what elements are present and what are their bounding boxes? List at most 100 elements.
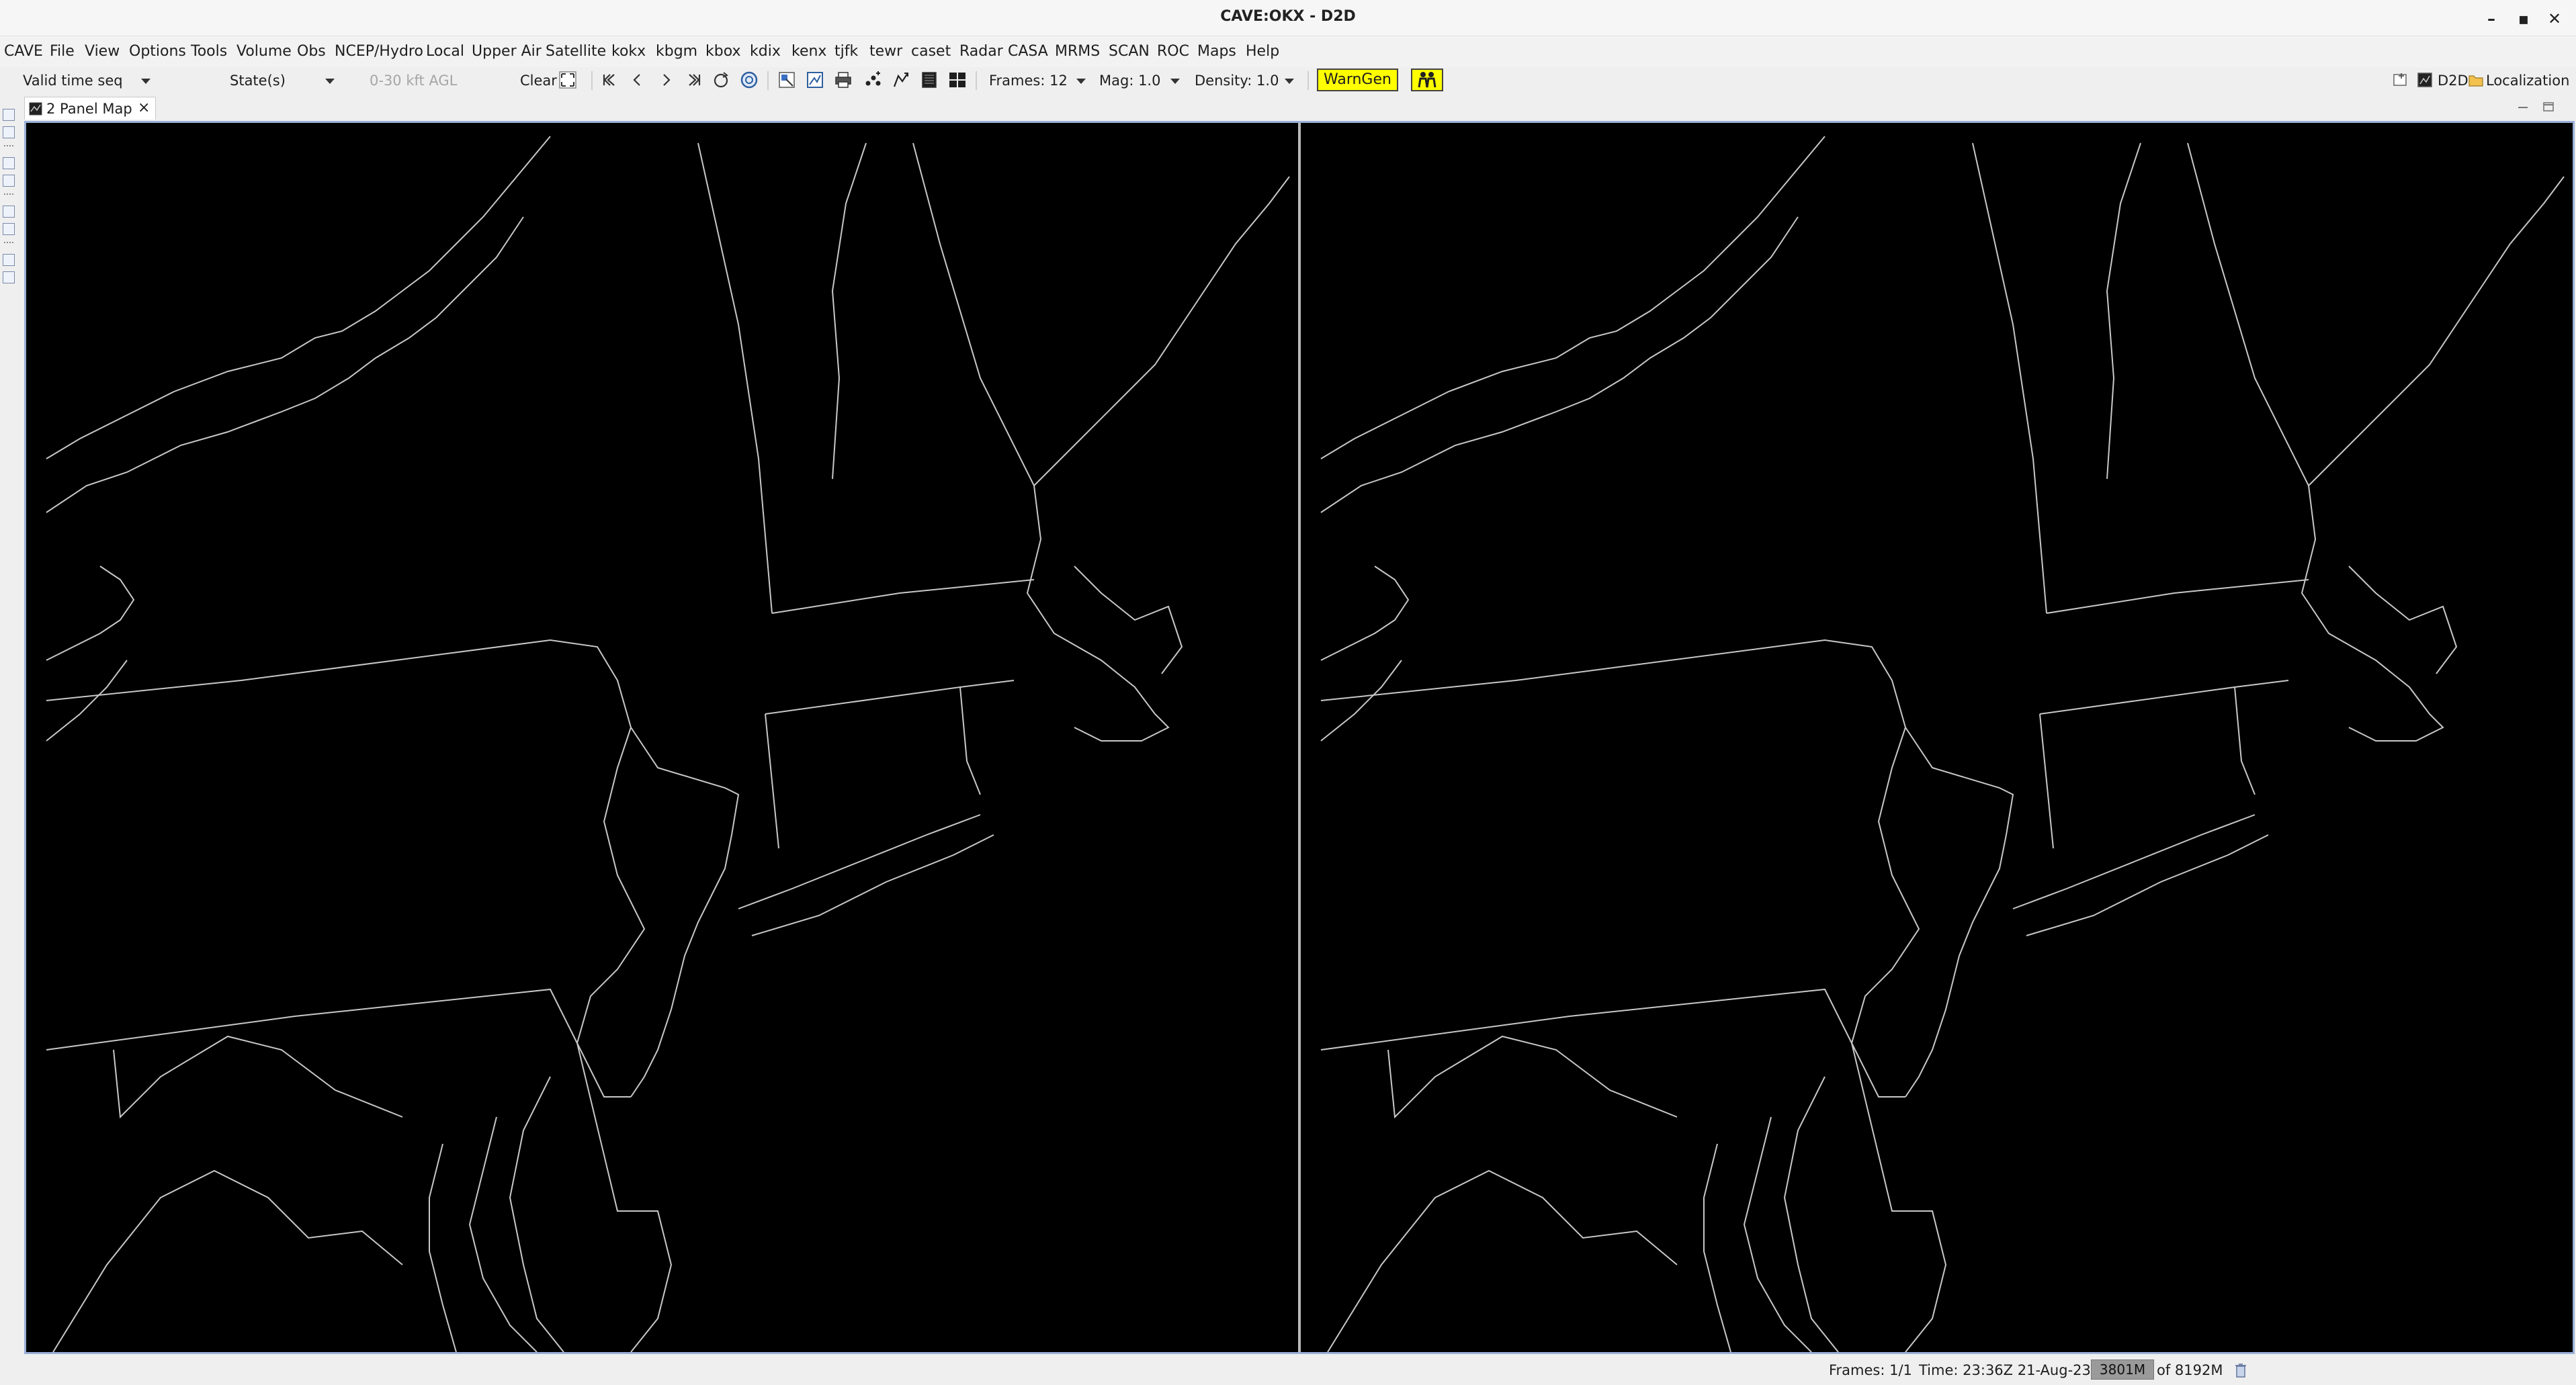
refresh-icon[interactable] [739, 70, 759, 90]
restore-view-icon[interactable] [3, 206, 15, 218]
map-panel-right[interactable] [1301, 123, 2573, 1352]
mag-dropdown[interactable]: Mag: 1.0 [1099, 73, 1160, 89]
maximize-view-icon[interactable] [2541, 99, 2556, 114]
clear-button[interactable]: Clear [520, 73, 557, 89]
menu-cave[interactable]: CAVE [4, 43, 43, 60]
tab-label: 2 Panel Map [46, 101, 132, 117]
draw-tool-icon[interactable] [891, 70, 911, 90]
menu-file[interactable]: File [50, 43, 75, 60]
menu-kbgm[interactable]: kbgm [656, 43, 697, 60]
menu-bar: CAVE File View Options Tools Volume Obs … [0, 36, 2576, 67]
image-properties-icon[interactable] [777, 70, 797, 90]
toolbar-separator [976, 71, 977, 90]
close-icon[interactable]: × [138, 99, 150, 116]
menu-help[interactable]: Help [1246, 43, 1279, 60]
menu-upper-air[interactable]: Upper Air [472, 43, 542, 60]
menu-tools[interactable]: Tools [191, 43, 227, 60]
menu-roc[interactable]: ROC [1157, 43, 1189, 60]
loop-icon[interactable] [711, 70, 731, 90]
toolbar: Valid time seq State(s) 0-30 kft AGL Cle… [0, 67, 2576, 95]
menu-kokx[interactable]: kokx [611, 43, 646, 60]
map-editor-icon [29, 102, 42, 116]
trash-icon[interactable] [2235, 1362, 2247, 1378]
view-icon[interactable] [3, 126, 15, 138]
menu-kdix[interactable]: kdix [750, 43, 781, 60]
menu-kenx[interactable]: kenx [791, 43, 826, 60]
map-display-frame [24, 121, 2575, 1354]
open-perspective-icon[interactable] [2392, 71, 2409, 89]
toolbar-separator [767, 71, 769, 90]
menu-maps[interactable]: Maps [1197, 43, 1236, 60]
display-properties-icon[interactable] [805, 70, 825, 90]
map-panel-left[interactable] [26, 123, 1298, 1352]
sample-points-icon[interactable] [863, 70, 883, 90]
layer-dropdown[interactable]: 0-30 kft AGL [370, 73, 457, 89]
zoom-extent-icon[interactable] [558, 70, 578, 90]
left-trim-stack [0, 101, 19, 302]
menu-kbox[interactable]: kbox [705, 43, 741, 60]
trim-separator [4, 145, 13, 146]
previous-frame-icon[interactable] [628, 70, 648, 90]
single-panel-icon[interactable] [919, 70, 939, 90]
localization-folder-icon[interactable] [2467, 71, 2485, 89]
view-icon[interactable] [3, 175, 15, 187]
toolbar-separator [1307, 71, 1309, 90]
memory-total: of 8192M [2157, 1362, 2223, 1378]
trim-separator [4, 242, 13, 243]
time-status: Time: 23:36Z 21-Aug-23 [1919, 1362, 2091, 1378]
chevron-down-icon[interactable] [1170, 79, 1180, 84]
menu-tewr[interactable]: tewr [869, 43, 902, 60]
frames-status: Frames: 1/1 [1829, 1362, 1912, 1378]
tab-2-panel-map[interactable]: 2 Panel Map × [24, 97, 156, 120]
warngen-button[interactable]: WarnGen [1317, 69, 1398, 91]
menu-local[interactable]: Local [426, 43, 464, 60]
menu-satellite[interactable]: Satellite [546, 43, 606, 60]
frames-dropdown[interactable]: Frames: 12 [989, 73, 1068, 89]
d2d-perspective-icon[interactable] [2416, 71, 2434, 89]
density-dropdown[interactable]: Density: 1.0 [1195, 73, 1279, 89]
menu-volume[interactable]: Volume [237, 43, 292, 60]
memory-used-bar[interactable]: 3801M [2091, 1359, 2154, 1380]
restore-view-icon[interactable] [3, 157, 15, 169]
state-outlines-map [46, 136, 1290, 1352]
print-icon[interactable] [833, 70, 853, 90]
menu-options[interactable]: Options [129, 43, 186, 60]
perspective-d2d[interactable]: D2D [2438, 73, 2468, 89]
window-titlebar: CAVE:OKX - D2D – ▪ ✕ [0, 0, 2576, 36]
menu-ncep-hydro[interactable]: NCEP/Hydro [335, 43, 423, 60]
menu-scan[interactable]: SCAN [1109, 43, 1150, 60]
view-icon[interactable] [3, 271, 15, 283]
last-frame-icon[interactable] [684, 70, 704, 90]
loop-mode-dropdown[interactable]: Valid time seq [23, 73, 123, 89]
restore-view-icon[interactable] [3, 254, 15, 266]
editor-tab-strip: 2 Panel Map × [0, 95, 2576, 121]
window-title: CAVE:OKX - D2D [1220, 8, 1356, 25]
view-icon[interactable] [3, 223, 15, 235]
next-frame-icon[interactable] [656, 70, 676, 90]
menu-radar[interactable]: Radar [959, 43, 1003, 60]
chevron-down-icon[interactable] [325, 79, 335, 84]
menu-caset[interactable]: caset [911, 43, 951, 60]
multi-panel-icon[interactable] [947, 70, 968, 90]
minimize-view-icon[interactable] [2516, 99, 2530, 114]
chevron-down-icon[interactable] [1285, 79, 1294, 84]
menu-casa[interactable]: CASA [1008, 43, 1048, 60]
close-button[interactable]: ✕ [2541, 5, 2568, 32]
maximize-button[interactable]: ▪ [2510, 5, 2537, 32]
toolbar-separator [591, 71, 593, 90]
menu-tjfk[interactable]: tjfk [834, 43, 858, 60]
chevron-down-icon[interactable] [141, 79, 151, 84]
people-icon[interactable] [1411, 69, 1443, 91]
chevron-down-icon[interactable] [1076, 79, 1086, 84]
state-outlines-map [1320, 136, 2565, 1352]
status-bar: Frames: 1/1 Time: 23:36Z 21-Aug-23 3801M… [0, 1354, 2576, 1385]
menu-mrms[interactable]: MRMS [1055, 43, 1100, 60]
menu-view[interactable]: View [85, 43, 120, 60]
menu-obs[interactable]: Obs [297, 43, 326, 60]
minimize-button[interactable]: – [2478, 5, 2505, 32]
trim-separator [4, 193, 13, 195]
first-frame-icon[interactable] [599, 70, 619, 90]
restore-view-icon[interactable] [3, 109, 15, 121]
states-dropdown[interactable]: State(s) [230, 73, 286, 89]
perspective-localization[interactable]: Localization [2486, 73, 2569, 89]
